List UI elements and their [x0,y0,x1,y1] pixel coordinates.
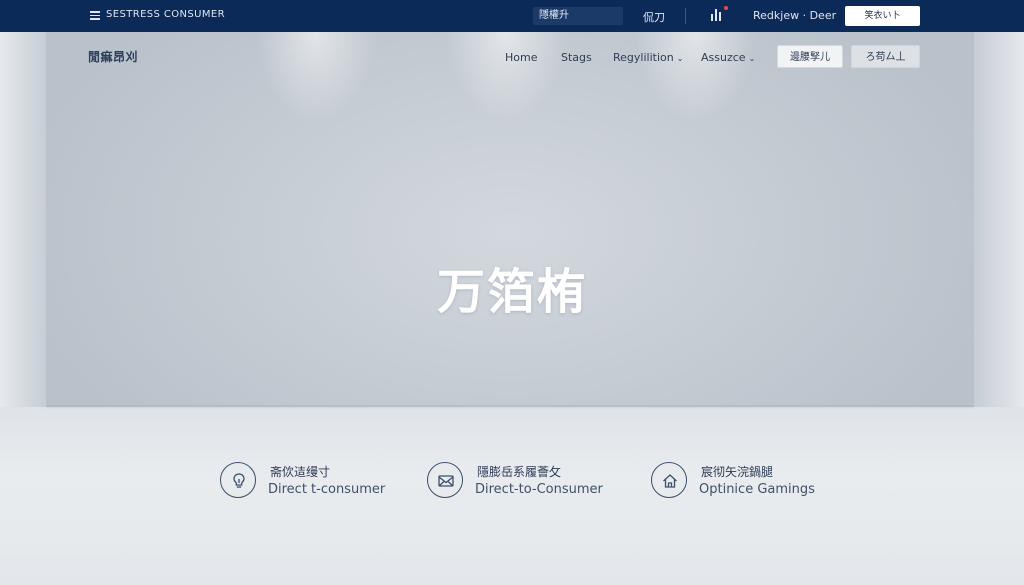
notification-dot [724,6,728,10]
chevron-down-icon: ⌄ [676,54,684,63]
nav-item-label: Assuzce [701,51,746,64]
hamburger-menu-icon[interactable] [90,11,100,20]
nav-item-label: Regylilition [613,51,674,64]
top-bar-divider [685,8,686,24]
mail-icon [427,462,463,498]
feature-title: 隱膨岳系履薈攵 [477,465,562,479]
top-bar-brand[interactable]: SESTRESS CONSUMER [106,9,225,20]
hero-title: 万箔栯 [436,264,587,320]
feature-title: 斋佽迼缦寸 [270,465,331,479]
stats-icon[interactable] [711,6,728,21]
nav-item-regylilition[interactable]: Regylilition ⌄ [613,51,683,64]
nav-item-label: Stags [561,51,592,64]
right-wall [974,32,1024,422]
floor-edge [46,405,974,409]
nav-item-assuzce[interactable]: Assuzce ⌄ [701,51,755,64]
left-wall [0,32,46,422]
feature-subtitle: Optinice Gamings [699,482,815,497]
feature-subtitle: Direct t-consumer [268,482,386,497]
lightbulb-icon [220,462,256,498]
top-bar-cta-button[interactable]: 笑衣い卜 [845,6,920,26]
nav-item-home[interactable]: Home [505,51,537,64]
nav-item-stags[interactable]: Stags [561,51,592,64]
user-account-link[interactable]: Redkjew · Deer [753,9,836,22]
site-logo[interactable]: 閒痲昂刈 [88,48,138,65]
nav-item-label: Home [505,51,538,64]
primary-nav-button[interactable]: ろ苟厶丄 [851,45,920,68]
language-selector[interactable]: 侃刀 [643,9,665,25]
home-icon [651,462,687,498]
search-field[interactable]: 隱權升 [533,7,623,25]
secondary-nav-button[interactable]: 邊腰孯儿 [777,45,843,68]
feature-title: 宸彻矢浣鍋腿 [701,465,774,479]
top-bar: SESTRESS CONSUMER 隱權升 侃刀 Redkjew · Deer … [0,0,1024,32]
chevron-down-icon: ⌄ [748,54,756,63]
feature-subtitle: Direct-to-Consumer [475,482,603,497]
back-wall [46,32,974,407]
